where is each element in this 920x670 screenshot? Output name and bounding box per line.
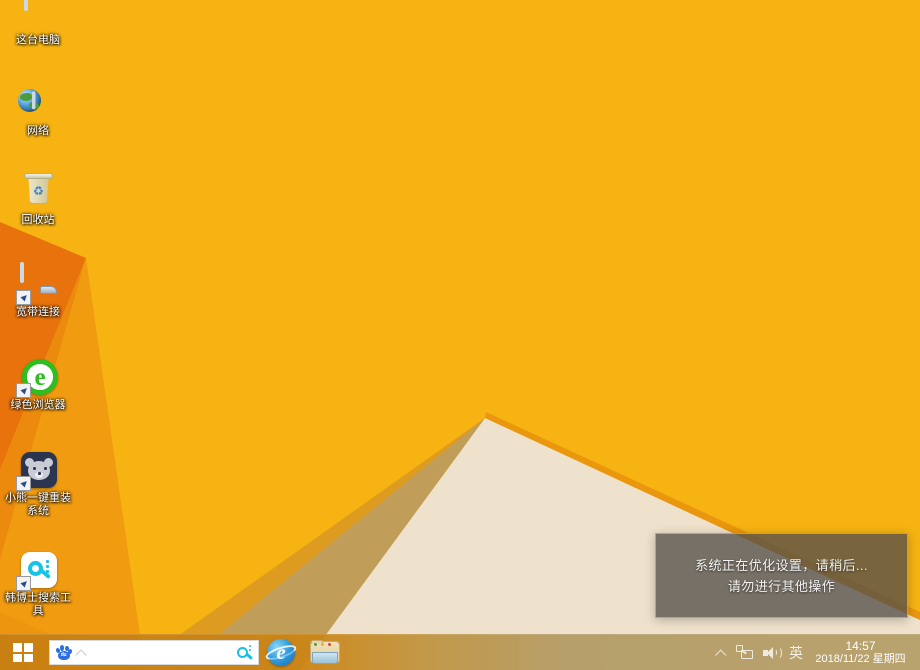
search-tool-art — [18, 550, 58, 590]
monitor-icon — [24, 0, 28, 10]
desktop-icon-grid: 这台电脑网络 ♻ 回收站宽带连接 e 绿色浏览器小熊一键重装系统韩博士搜索工具 — [0, 0, 90, 635]
desktop-icon-label: 小熊一键重装系统 — [1, 492, 75, 517]
file-explorer-icon — [310, 640, 340, 665]
tray-network-icon[interactable] — [731, 635, 758, 670]
recycle-bin-art: ♻ — [18, 172, 58, 212]
shortcut-arrow-icon — [16, 576, 31, 591]
desktop-icon-this-pc[interactable]: 这台电脑 — [0, 0, 76, 47]
shortcut-arrow-icon — [16, 290, 31, 305]
network-icon — [736, 645, 753, 660]
globe-icon — [18, 89, 41, 112]
internet-explorer-icon: e — [267, 639, 295, 666]
desktop-icon-label: 这台电脑 — [1, 34, 75, 47]
ime-label: 英 — [789, 646, 803, 660]
modem-icon — [40, 286, 57, 294]
desktop-icon-hanboshi-search[interactable]: 韩博士搜索工具 — [0, 550, 76, 617]
monitor-art — [18, 0, 58, 32]
desktop-icon-label: 网络 — [1, 125, 75, 138]
desktop-icon-broadband[interactable]: 宽带连接 — [0, 264, 76, 319]
taskbar-search-box[interactable]: du — [49, 640, 259, 665]
windows-logo-icon — [13, 643, 33, 662]
desktop-icon-recycle-bin[interactable]: ♻ 回收站 — [0, 172, 76, 227]
tray-show-hidden-icons[interactable] — [712, 635, 731, 670]
start-button[interactable] — [0, 635, 45, 670]
search-icon[interactable] — [237, 645, 253, 661]
broadband-art — [18, 264, 58, 304]
baidu-paw-icon: du — [55, 644, 72, 661]
tray-ime-indicator[interactable]: 英 — [784, 635, 808, 670]
monitor-icon — [20, 264, 24, 282]
desktop-icon-label: 回收站 — [1, 214, 75, 227]
notification-line-2: 请勿进行其他操作 — [728, 576, 835, 597]
tray-volume-icon[interactable] — [758, 635, 784, 670]
clock-time: 14:57 — [845, 639, 875, 653]
baidu-logo-text: du — [61, 653, 67, 658]
desktop-icon-label: 宽带连接 — [1, 306, 75, 319]
desktop-icon-label: 韩博士搜索工具 — [1, 592, 75, 617]
taskbar-clock[interactable]: 14:57 2018/11/22 星期四 — [808, 635, 916, 670]
system-notification-toast[interactable]: 系统正在优化设置，请稍后... 请勿进行其他操作 — [655, 533, 908, 618]
clock-date: 2018/11/22 星期四 — [815, 653, 905, 666]
volume-icon — [763, 646, 779, 660]
desktop-icon-bear-reinstall[interactable]: 小熊一键重装系统 — [0, 450, 76, 517]
taskbar-button-file-explorer[interactable] — [303, 635, 347, 670]
chevron-up-icon — [717, 648, 726, 657]
taskbar: du e — [0, 634, 920, 670]
shortcut-arrow-icon — [16, 476, 31, 491]
desktop-icon-network[interactable]: 网络 — [0, 83, 76, 138]
system-tray: 英 14:57 2018/11/22 星期四 — [712, 635, 920, 670]
bear-art — [18, 450, 58, 490]
green-e-art: e — [18, 357, 58, 397]
network-art — [18, 83, 58, 123]
monitor-icon — [32, 93, 35, 108]
desktop-icon-label: 绿色浏览器 — [1, 399, 75, 412]
shortcut-arrow-icon — [16, 383, 31, 398]
taskbar-button-internet-explorer[interactable]: e — [259, 635, 303, 670]
chevron-up-icon[interactable] — [77, 648, 86, 657]
desktop-icon-green-browser[interactable]: e 绿色浏览器 — [0, 357, 76, 412]
notification-line-1: 系统正在优化设置，请稍后... — [695, 555, 868, 576]
